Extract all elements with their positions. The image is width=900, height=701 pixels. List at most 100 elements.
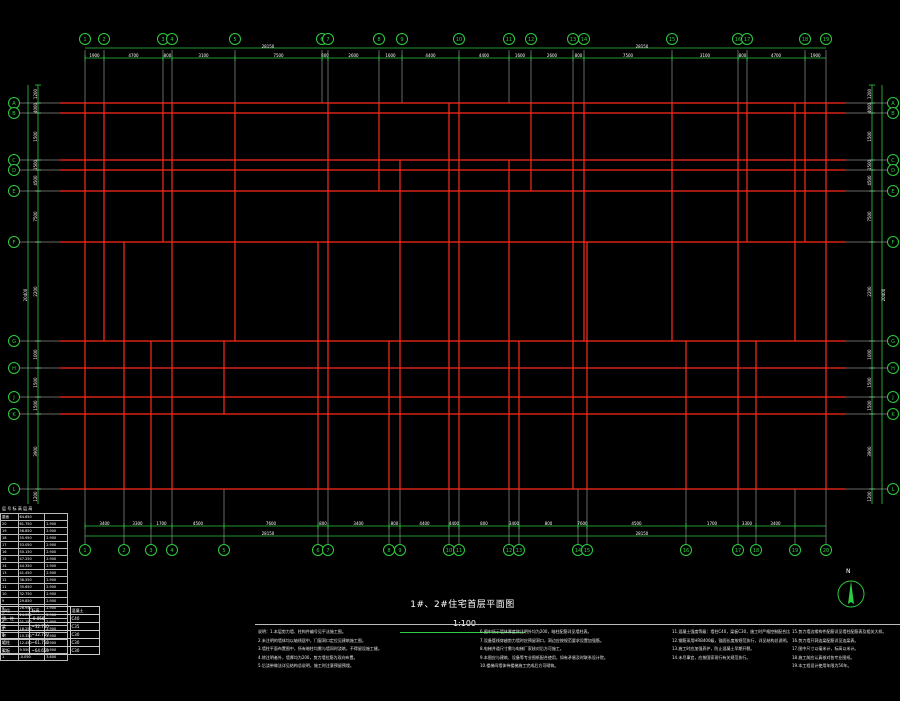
- note-line: 18.施工前应认真核对各专业图纸。: [792, 654, 855, 660]
- right-axis-bubble-label: H: [891, 366, 895, 372]
- notes-column-3: 11.混凝土强度等级：墙柱C40，梁板C30，施工时严格控制配合比。 12.钢筋采…: [672, 628, 790, 696]
- right-dim-label: 1500: [867, 400, 872, 411]
- left-dim-label: 7500: [33, 211, 38, 222]
- material-table-cell: ~32.750: [29, 622, 71, 631]
- bottom-axis-bubble-label: 11: [456, 548, 462, 554]
- left-axis-bubble-label: D: [12, 168, 16, 174]
- level-table-cell: 15: [0, 555, 19, 563]
- level-table-row: 17 53.050 2.900: [0, 541, 68, 549]
- left-axis-bubble-label: H: [12, 366, 16, 372]
- level-table-cell: 2.900: [44, 569, 68, 577]
- bottom-axis-bubble-label: 2: [122, 548, 125, 554]
- right-dim-label: 4500: [867, 175, 872, 186]
- material-table-cell: 板: [0, 630, 31, 639]
- level-table-cell: 29.850: [17, 597, 46, 605]
- level-table-cell: 20: [0, 520, 19, 528]
- right-axis-bubble-label: J: [891, 395, 893, 401]
- bottom-dim-label: 7600: [266, 521, 277, 526]
- top-dim-label: 800: [575, 53, 583, 58]
- level-table-row: 20 61.750 2.900: [0, 520, 68, 528]
- material-table-row: 梁板 ~64.650 C30: [0, 646, 100, 655]
- level-table-cell: [44, 513, 68, 521]
- top-axis-bubble-label: 3: [161, 37, 164, 43]
- top-axis-bubble-label: 8: [377, 37, 380, 43]
- level-table-cell: 2.900: [44, 597, 68, 605]
- top-axis-bubble-label: 7: [326, 37, 329, 43]
- top-axis-bubble-label: 11: [506, 37, 512, 43]
- level-table-row: 19 58.850 2.900: [0, 527, 68, 535]
- material-table-row: 部位 标高 混凝土: [0, 606, 100, 615]
- notes-column-4: 15.剪力墙边缘构件配筋详见墙柱配筋表及相关大样。 16.剪力墙开洞连梁配筋详见连…: [792, 628, 898, 696]
- level-table-cell: 9: [0, 597, 19, 605]
- bottom-axis-bubble-label: 18: [753, 548, 759, 554]
- bottom-overall-dim-label: 28150: [636, 531, 649, 536]
- left-dim-label: 1200: [33, 491, 38, 502]
- top-dim-label: 2600: [547, 53, 558, 58]
- bottom-axis-bubble-label: 13: [516, 548, 522, 554]
- level-table-cell: 2.900: [44, 555, 68, 563]
- top-dim-label: 1900: [89, 53, 100, 58]
- bottom-axis-bubble-label: 10: [446, 548, 452, 554]
- material-table-row: 梁 ~32.750 C35: [0, 622, 100, 631]
- right-axis-bubble-label: C: [891, 158, 895, 164]
- right-axis-bubble-label: B: [891, 111, 895, 117]
- bottom-axis-bubble-label: 12: [506, 548, 512, 554]
- bottom-dim-label: 800: [545, 521, 553, 526]
- note-line: 15.剪力墙边缘构件配筋详见墙柱配筋表及相关大样。: [792, 629, 887, 634]
- material-table-row: 墙、柱 -0.050~ C40: [0, 614, 100, 623]
- right-axis-bubble-label: A: [891, 101, 895, 107]
- material-table-cell: 梁板: [0, 646, 31, 655]
- left-axis-bubble-label: G: [12, 339, 16, 345]
- wall-layer: [60, 102, 846, 490]
- top-dim-label: 4700: [128, 53, 139, 58]
- bottom-dim-label: 1700: [707, 521, 718, 526]
- bottom-axis-bubble-label: 5: [222, 548, 225, 554]
- note-line: 说明：1.本层剪力墙、柱构件编号见平法施工图。: [258, 629, 346, 634]
- level-table-cell: 58.850: [17, 527, 46, 535]
- level-table-cell: 10: [0, 590, 19, 598]
- top-dim-label: 800: [739, 53, 747, 58]
- bottom-dim-label: 3400: [509, 521, 520, 526]
- level-table-row: 11 35.650 2.900: [0, 583, 68, 591]
- top-axis-bubble-label: 14: [581, 37, 587, 43]
- level-table-row: 18 55.950 2.900: [0, 534, 68, 542]
- level-table-cell: 2.900: [44, 583, 68, 591]
- level-table-row: 屋面 64.650: [0, 513, 68, 521]
- material-table-cell: ~32.750: [29, 630, 71, 639]
- material-table-cell: C30: [69, 638, 100, 647]
- left-dim-label: 1200: [33, 88, 38, 99]
- bottom-dim-label: 3300: [742, 521, 753, 526]
- notes-column-2: 6.图中所示墙体厚度除注明外均为200，暗柱配筋详见墙柱表。 7.设备管线穿越剪力…: [480, 628, 670, 696]
- level-table-cell: 35.650: [17, 583, 46, 591]
- note-line: 10.楼梯间墙体待楼梯施工完成后方可砌筑。: [480, 663, 559, 668]
- bottom-axis-bubble-label: 14: [575, 548, 581, 554]
- level-table-cell: 55.950: [17, 534, 46, 542]
- right-axis-bubble-label: F: [892, 240, 895, 246]
- material-table-cell: 混凝土: [69, 606, 100, 615]
- top-axis-bubble-label: 4: [170, 37, 173, 43]
- level-table-row: 14 44.350 2.900: [0, 562, 68, 570]
- bottom-dim-label: 7600: [577, 521, 588, 526]
- bottom-axis-bubble-label: 6: [316, 548, 319, 554]
- top-axis-bubble-label: 1: [83, 37, 86, 43]
- material-table-row: 墙柱 ~61.750 C30: [0, 638, 100, 647]
- note-line: 12.钢筋采用HRB400级，锚固长度按规范执行，详见结构总说明。: [672, 637, 790, 643]
- bottom-axis-bubble-label: 15: [584, 548, 590, 554]
- material-table-cell: C30: [69, 646, 100, 655]
- top-axis-bubble-label: 9: [400, 37, 403, 43]
- level-table-cell: 38.550: [17, 576, 46, 584]
- drawing-title: 1#、2#住宅首层平面图: [410, 600, 515, 610]
- bottom-dim-label: 800: [391, 521, 399, 526]
- note-line: 9.本图应与建筑、设备等专业图纸配合使用，如有矛盾及时联系设计院。: [480, 654, 608, 660]
- right-dim-label: 7500: [867, 211, 872, 222]
- top-dim-label: 3100: [198, 53, 209, 58]
- material-table-cell: 墙柱: [0, 638, 31, 647]
- level-table-cell: 47.250: [17, 555, 46, 563]
- left-dim-label: 1500: [33, 400, 38, 411]
- bottom-axis-bubble-label: 7: [326, 548, 329, 554]
- left-axis-bubble-label: L: [13, 487, 16, 493]
- level-table-cell: 32.750: [17, 590, 46, 598]
- level-table-cell: 2.900: [44, 590, 68, 598]
- bottom-dim-label: 1700: [156, 521, 167, 526]
- note-line: 19.本工程设计使用年限为50年。: [792, 663, 852, 668]
